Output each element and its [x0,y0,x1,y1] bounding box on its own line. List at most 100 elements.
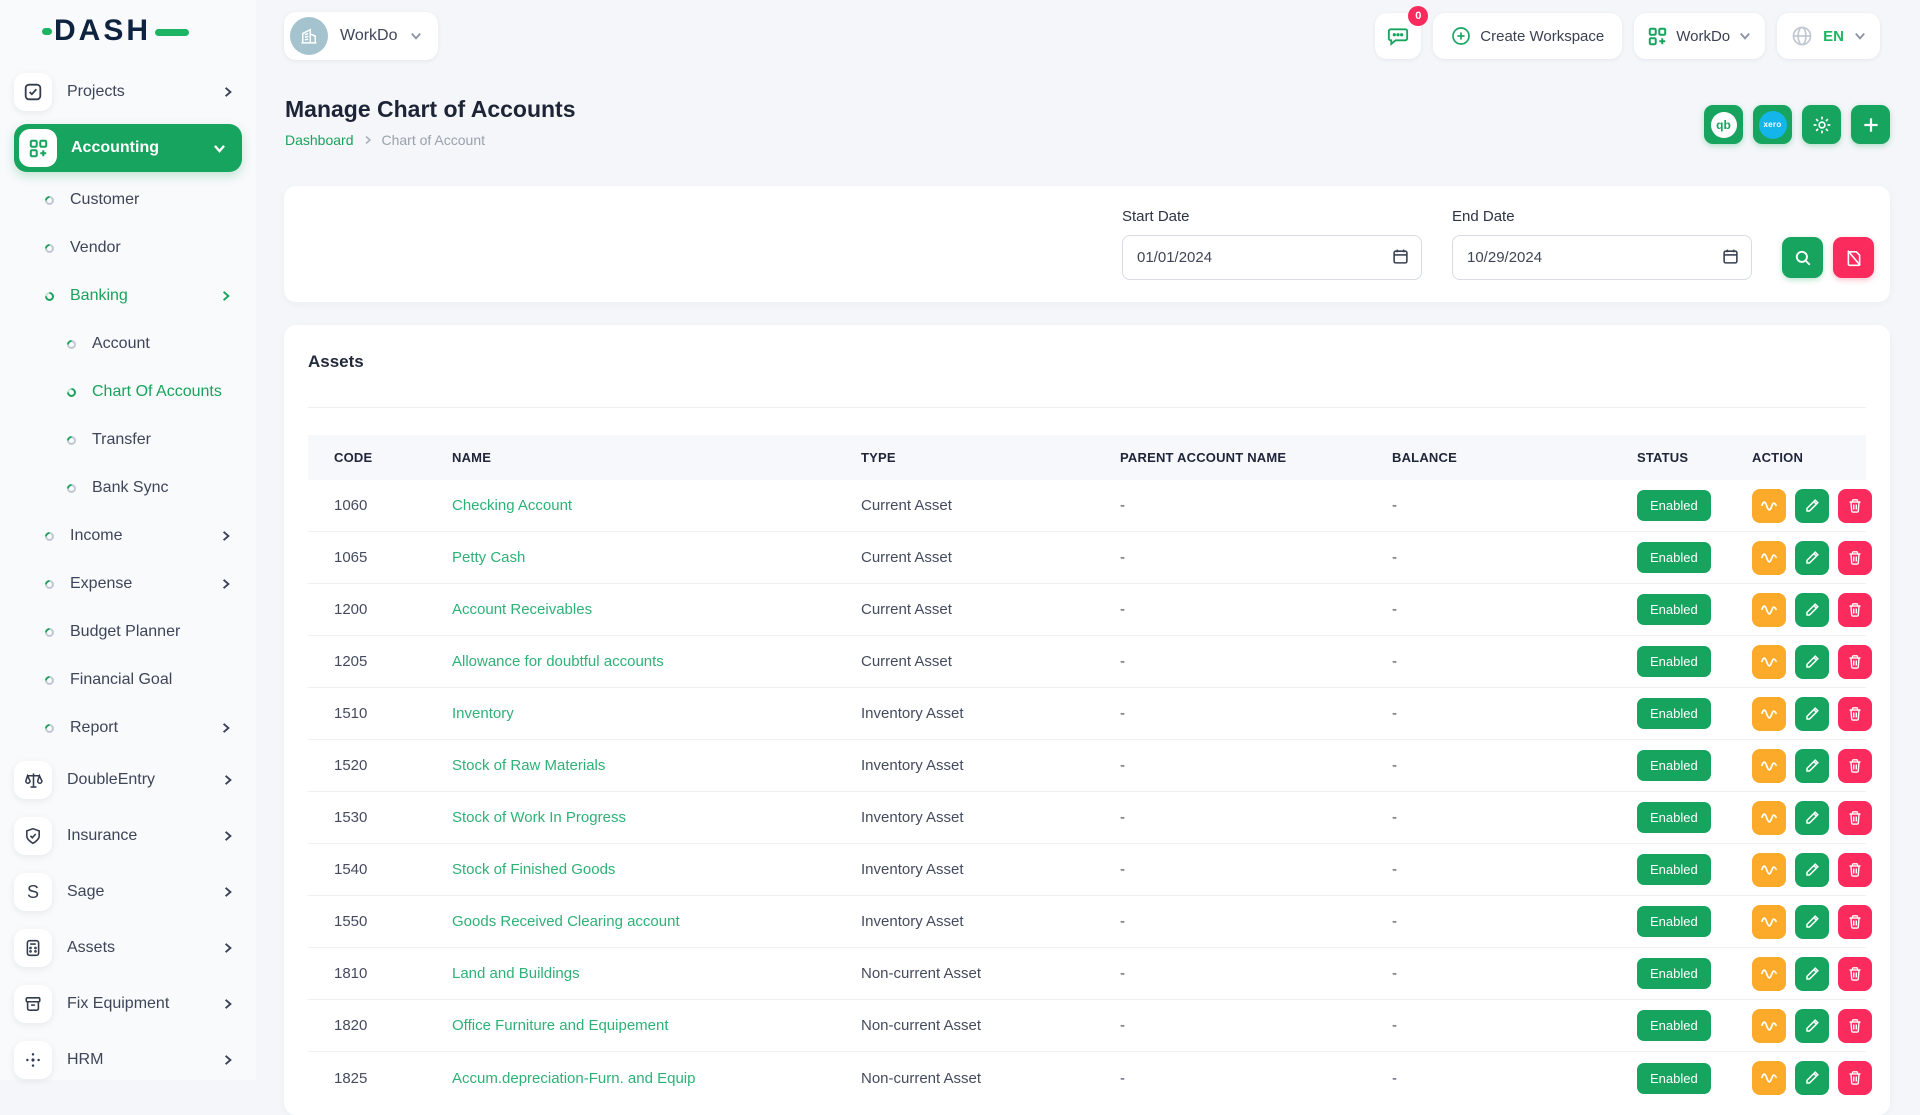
transactions-button[interactable] [1752,749,1786,783]
messages-button[interactable]: 0 [1375,13,1421,59]
status-badge[interactable]: Enabled [1637,594,1711,625]
account-name-link[interactable]: Accum.depreciation-Furn. and Equip [452,1070,695,1087]
edit-button[interactable] [1795,905,1829,939]
edit-button[interactable] [1795,489,1829,523]
parent-account-name: - [1094,705,1366,722]
transactions-button[interactable] [1752,593,1786,627]
sidebar-item-customer[interactable]: Customer [0,176,256,224]
sidebar-item-transfer[interactable]: Transfer [0,416,256,464]
account-name-link[interactable]: Petty Cash [452,549,525,566]
sidebar-item-vendor[interactable]: Vendor [0,224,256,272]
delete-button[interactable] [1838,1009,1872,1043]
account-name-link[interactable]: Checking Account [452,497,572,514]
breadcrumb-dashboard-link[interactable]: Dashboard [285,132,354,148]
transactions-button[interactable] [1752,905,1786,939]
sidebar-item-expense[interactable]: Expense [0,560,256,608]
transactions-button[interactable] [1752,645,1786,679]
edit-button[interactable] [1795,853,1829,887]
status-badge[interactable]: Enabled [1637,1063,1711,1094]
sidebar-item-fix-equipment[interactable]: Fix Equipment [0,976,256,1032]
xero-button[interactable]: xero [1753,105,1792,144]
edit-button[interactable] [1795,593,1829,627]
account-balance: - [1366,601,1611,618]
edit-button[interactable] [1795,957,1829,991]
delete-button[interactable] [1838,1061,1872,1095]
account-name-link[interactable]: Stock of Finished Goods [452,861,615,878]
account-name-link[interactable]: Stock of Work In Progress [452,809,626,826]
sidebar-item-bank-sync[interactable]: Bank Sync [0,464,256,512]
add-account-button[interactable] [1851,105,1890,144]
edit-button[interactable] [1795,541,1829,575]
sidebar-item-accounting[interactable]: Accounting [14,124,242,172]
start-date-input[interactable] [1122,235,1422,280]
clear-filter-button[interactable] [1833,237,1874,278]
language-selector[interactable]: EN [1777,13,1880,59]
account-name-link[interactable]: Account Receivables [452,601,592,618]
delete-button[interactable] [1838,801,1872,835]
sidebar-item-account[interactable]: Account [0,320,256,368]
workspace-selector[interactable]: WorkDo [284,12,438,60]
sidebar-item-income[interactable]: Income [0,512,256,560]
status-badge[interactable]: Enabled [1637,958,1711,989]
account-name-link[interactable]: Stock of Raw Materials [452,757,605,774]
sidebar-item-banking[interactable]: Banking [0,272,256,320]
edit-button[interactable] [1795,1061,1829,1095]
sidebar-item-insurance[interactable]: Insurance [0,808,256,864]
status-badge[interactable]: Enabled [1637,698,1711,729]
sidebar-item-report[interactable]: Report [0,704,256,752]
sidebar-item-financial-goal[interactable]: Financial Goal [0,656,256,704]
edit-button[interactable] [1795,801,1829,835]
sidebar-item-sage[interactable]: S Sage [0,864,256,920]
transactions-button[interactable] [1752,957,1786,991]
status-badge[interactable]: Enabled [1637,750,1711,781]
status-badge[interactable]: Enabled [1637,1010,1711,1041]
trash-icon [1847,498,1863,514]
sidebar-item-doubleentry[interactable]: DoubleEntry [0,752,256,808]
create-workspace-button[interactable]: Create Workspace [1433,13,1622,59]
delete-button[interactable] [1838,957,1872,991]
edit-button[interactable] [1795,697,1829,731]
apply-filter-button[interactable] [1782,237,1823,278]
status-badge[interactable]: Enabled [1637,646,1711,677]
edit-button[interactable] [1795,1009,1829,1043]
transactions-button[interactable] [1752,853,1786,887]
delete-button[interactable] [1838,749,1872,783]
status-badge[interactable]: Enabled [1637,906,1711,937]
sidebar-item-budget-planner[interactable]: Budget Planner [0,608,256,656]
transactions-button[interactable] [1752,1009,1786,1043]
delete-button[interactable] [1838,593,1872,627]
brand-logo[interactable]: DASH [0,0,256,62]
transactions-button[interactable] [1752,541,1786,575]
account-name-link[interactable]: Goods Received Clearing account [452,913,680,930]
bullet-icon [43,194,56,207]
status-badge[interactable]: Enabled [1637,542,1711,573]
delete-button[interactable] [1838,645,1872,679]
transactions-button[interactable] [1752,697,1786,731]
status-badge[interactable]: Enabled [1637,802,1711,833]
pulse-icon [1760,1069,1778,1087]
sidebar-item-assets[interactable]: Assets [0,920,256,976]
delete-button[interactable] [1838,489,1872,523]
account-name-link[interactable]: Allowance for doubtful accounts [452,653,664,670]
edit-button[interactable] [1795,645,1829,679]
transactions-button[interactable] [1752,1061,1786,1095]
delete-button[interactable] [1838,905,1872,939]
status-badge[interactable]: Enabled [1637,490,1711,521]
transactions-button[interactable] [1752,489,1786,523]
delete-button[interactable] [1838,541,1872,575]
account-balance: - [1366,913,1611,930]
edit-button[interactable] [1795,749,1829,783]
account-name-link[interactable]: Land and Buildings [452,965,580,982]
end-date-input[interactable] [1452,235,1752,280]
settings-button[interactable] [1802,105,1841,144]
quickbooks-button[interactable]: qb [1704,105,1743,144]
delete-button[interactable] [1838,853,1872,887]
account-name-link[interactable]: Inventory [452,705,514,722]
account-name-link[interactable]: Office Furniture and Equipement [452,1017,669,1034]
status-badge[interactable]: Enabled [1637,854,1711,885]
delete-button[interactable] [1838,697,1872,731]
transactions-button[interactable] [1752,801,1786,835]
sidebar-item-projects[interactable]: Projects [0,64,256,120]
apps-menu-button[interactable]: WorkDo [1634,13,1765,59]
sidebar-item-chart-of-accounts[interactable]: Chart Of Accounts [0,368,256,416]
